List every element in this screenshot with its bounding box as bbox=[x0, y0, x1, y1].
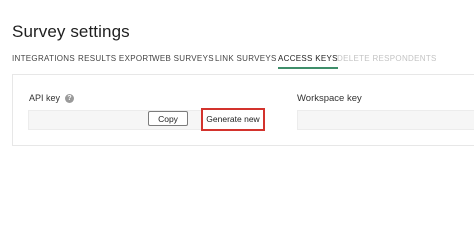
tab-access-keys[interactable]: ACCESS KEYS bbox=[278, 54, 338, 69]
api-key-label: API key bbox=[29, 93, 61, 103]
question-circle-icon[interactable]: ? bbox=[65, 93, 75, 103]
api-key-label-row: API key ? bbox=[29, 93, 75, 103]
tab-link-surveys[interactable]: LINK SURVEYS bbox=[215, 54, 277, 63]
tab-web-surveys[interactable]: WEB SURVEYS bbox=[152, 54, 214, 63]
copy-button[interactable]: Copy bbox=[148, 111, 188, 126]
settings-tabs: INTEGRATIONS RESULTS EXPORT WEB SURVEYS … bbox=[12, 54, 474, 72]
page-title: Survey settings bbox=[12, 22, 130, 41]
generate-new-button[interactable]: Generate new bbox=[201, 108, 265, 131]
api-key-value bbox=[35, 117, 135, 121]
workspace-key-field[interactable] bbox=[297, 110, 474, 130]
access-keys-panel: API key ? Copy Generate new Workspace ke… bbox=[12, 74, 474, 146]
tab-integrations[interactable]: INTEGRATIONS bbox=[12, 54, 75, 63]
tab-delete-respondents: DELETE RESPONDENTS bbox=[337, 54, 437, 63]
workspace-key-label: Workspace key bbox=[297, 93, 362, 104]
tab-results-export[interactable]: RESULTS EXPORT bbox=[78, 54, 153, 63]
